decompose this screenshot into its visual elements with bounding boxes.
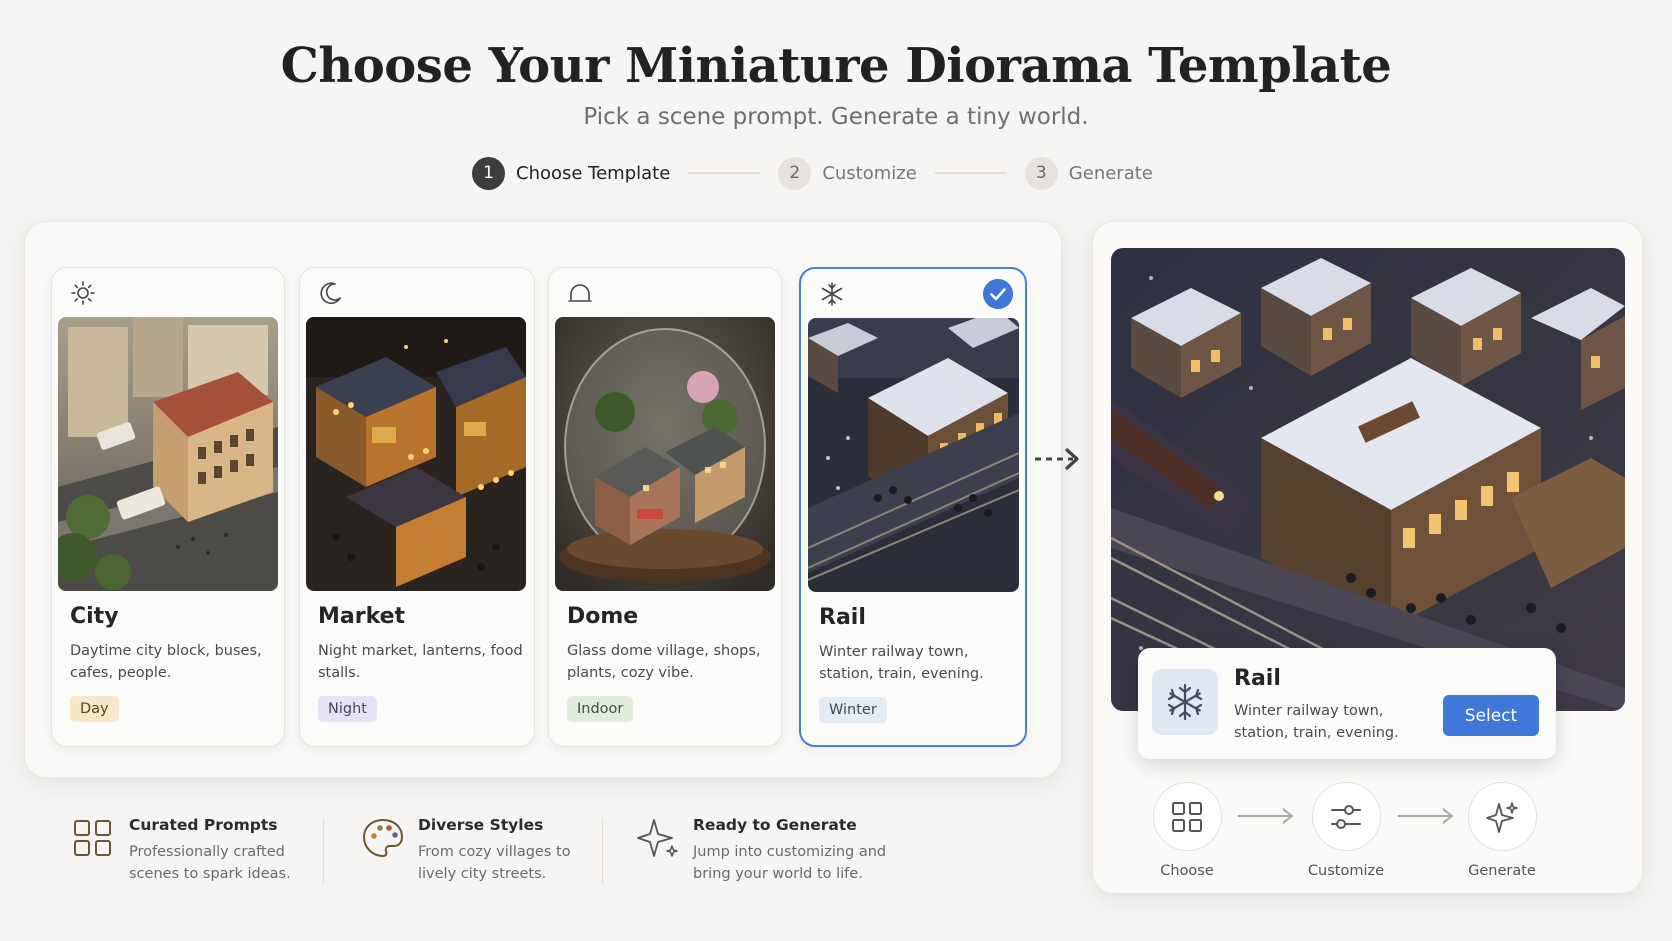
feature-title: Ready to Generate xyxy=(693,816,857,834)
selected-template-name: Rail xyxy=(1234,666,1281,691)
flow-step-generate: Generate xyxy=(1432,782,1572,879)
template-gallery: City Daytime city block, buses, cafes, p… xyxy=(24,221,1062,778)
feature-description: Professionally crafted scenes to spark i… xyxy=(129,844,291,882)
template-name: City xyxy=(70,604,119,629)
template-image-city xyxy=(58,317,278,591)
sun-icon xyxy=(71,281,95,305)
selected-template-description: Winter railway town, station, train, eve… xyxy=(1234,703,1399,741)
flow-step-choose: Choose xyxy=(1117,782,1257,879)
feature-title: Diverse Styles xyxy=(418,816,544,834)
feature-divider xyxy=(602,818,603,884)
template-image-market xyxy=(306,317,526,591)
snowflake-icon xyxy=(821,282,843,306)
sliders-icon xyxy=(1311,782,1381,851)
step-generate[interactable]: 3 Generate xyxy=(1024,156,1153,190)
step-divider xyxy=(688,172,761,174)
dashed-arrow-icon xyxy=(1035,448,1079,470)
step-customize[interactable]: 2 Customize xyxy=(778,156,917,190)
step-choose-template[interactable]: 1 Choose Template xyxy=(472,156,671,190)
template-tag: Night xyxy=(318,696,377,722)
page-title: Choose Your Miniature Diorama Template xyxy=(280,38,1392,94)
palette-icon xyxy=(362,818,404,858)
grid-icon xyxy=(74,820,111,856)
template-description: Glass dome village, shops, plants, cozy … xyxy=(567,643,761,681)
feature-description: From cozy villages to lively city street… xyxy=(418,844,571,882)
template-image-rail xyxy=(808,318,1019,592)
template-name: Dome xyxy=(567,604,639,629)
dome-bell-icon xyxy=(568,284,592,302)
selected-template-card: Rail Winter railway town, station, train… xyxy=(1138,648,1556,759)
flow-label: Choose xyxy=(1160,863,1214,879)
flow-step-customize: Customize xyxy=(1276,782,1416,879)
preview-panel: Rail Winter railway town, station, train… xyxy=(1092,221,1643,894)
template-description: Night market, lanterns, food stalls. xyxy=(318,643,523,681)
template-description: Winter railway town, station, train, eve… xyxy=(819,644,984,682)
feature-divider xyxy=(323,818,324,884)
snowflake-icon xyxy=(1152,669,1218,735)
template-tag: Winter xyxy=(819,697,887,723)
template-card-market[interactable]: Market Night market, lanterns, food stal… xyxy=(299,267,535,747)
flow-label: Customize xyxy=(1307,863,1385,879)
select-button[interactable]: Select xyxy=(1443,695,1539,736)
feature-description: Jump into customizing and bring your wor… xyxy=(693,844,887,882)
moon-icon xyxy=(320,282,341,305)
step-label: Choose Template xyxy=(516,162,671,184)
template-tag: Day xyxy=(70,696,119,722)
grid-icon xyxy=(1152,782,1222,851)
step-divider xyxy=(934,172,1007,174)
step-label: Generate xyxy=(1068,162,1153,184)
template-card-rail[interactable]: Rail Winter railway town, station, train… xyxy=(799,267,1027,747)
template-card-dome[interactable]: Dome Glass dome village, shops, plants, … xyxy=(548,267,782,747)
step-number: 1 xyxy=(472,156,505,190)
preview-image xyxy=(1111,248,1625,711)
template-name: Market xyxy=(318,604,406,629)
template-card-city[interactable]: City Daytime city block, buses, cafes, p… xyxy=(51,267,285,747)
step-label: Customize xyxy=(822,162,917,184)
selected-check-icon xyxy=(983,279,1013,309)
template-name: Rail xyxy=(819,605,866,630)
step-number: 2 xyxy=(778,156,812,190)
progress-stepper: 1 Choose Template 2 Customize 3 Generate xyxy=(472,156,1153,190)
sparkle-icon xyxy=(1467,782,1537,851)
template-image-dome xyxy=(555,317,775,591)
template-description: Daytime city block, buses, cafes, people… xyxy=(70,643,262,681)
sparkle-icon xyxy=(637,819,678,857)
template-tag: Indoor xyxy=(567,696,634,722)
flow-label: Generate xyxy=(1468,863,1536,879)
feature-title: Curated Prompts xyxy=(129,816,278,834)
step-number: 3 xyxy=(1024,156,1058,190)
page-subtitle: Pick a scene prompt. Generate a tiny wor… xyxy=(583,104,1089,130)
